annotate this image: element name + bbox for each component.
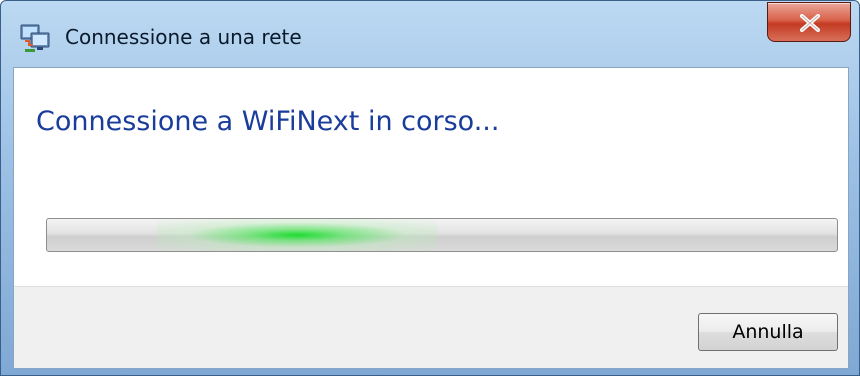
network-connection-icon xyxy=(19,23,51,53)
connecting-message: Connessione a WiFiNext in corso... xyxy=(36,106,500,137)
connection-progress-bar xyxy=(46,218,838,252)
cancel-button[interactable]: Annulla xyxy=(698,313,838,351)
window-title: Connessione a una rete xyxy=(65,25,302,49)
title-bar[interactable]: Connessione a una rete xyxy=(1,1,859,67)
progress-indeterminate-glow xyxy=(157,219,437,251)
close-button[interactable] xyxy=(767,2,851,42)
dialog-window: Connessione a una rete Connessione a WiF… xyxy=(0,0,860,376)
close-icon xyxy=(800,14,820,32)
main-panel: Connessione a WiFiNext in corso... xyxy=(14,68,848,286)
dialog-footer: Annulla xyxy=(14,286,848,368)
dialog-content: Connessione a WiFiNext in corso... Annul… xyxy=(13,67,849,369)
